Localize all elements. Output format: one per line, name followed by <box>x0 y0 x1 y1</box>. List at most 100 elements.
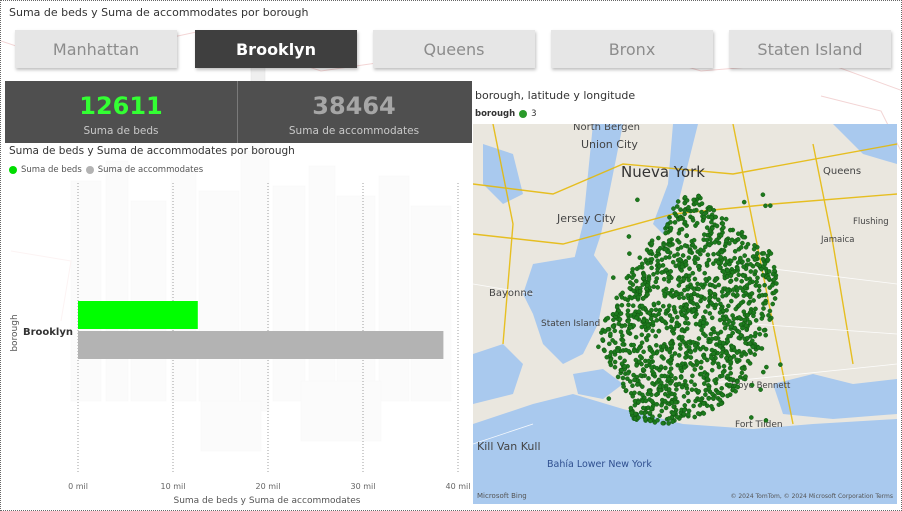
listing-dot <box>692 382 697 388</box>
listing-dot <box>649 365 654 370</box>
listing-dot <box>678 245 684 250</box>
y-axis-title: borough <box>10 314 20 351</box>
listing-dot <box>748 261 753 267</box>
tab-queens[interactable]: Queens <box>373 30 535 68</box>
tab-staten-island[interactable]: Staten Island <box>729 30 891 68</box>
listing-dot <box>678 216 684 221</box>
listing-dot <box>608 357 614 362</box>
listing-dot <box>760 272 766 278</box>
listing-dot <box>719 289 725 294</box>
listing-dot <box>690 307 696 313</box>
listing-dot <box>712 240 718 245</box>
listing-dot <box>739 365 745 371</box>
listing-dot <box>687 266 692 271</box>
listing-dot <box>636 345 642 351</box>
listing-dot <box>696 397 702 403</box>
listing-dot <box>733 306 739 312</box>
listing-dot <box>690 218 696 223</box>
listing-dot <box>718 301 723 307</box>
tab-brooklyn[interactable]: Brooklyn <box>195 30 357 68</box>
label-union-city: Union City <box>581 138 638 151</box>
listing-dot <box>705 376 710 382</box>
kpi-accommodates-card[interactable]: 38464 Suma de accommodates <box>238 81 470 143</box>
listing-dot <box>684 302 689 308</box>
listing-dot <box>713 276 719 282</box>
listing-dot <box>733 388 738 394</box>
listing-dot <box>631 348 637 354</box>
map-visual[interactable]: North Bergen Union City Nueva York Jerse… <box>473 124 897 504</box>
listing-dot <box>684 383 689 388</box>
kpi-beds-card[interactable]: 12611 Suma de beds <box>5 81 237 143</box>
map-legend-item: 3 <box>531 109 537 119</box>
listing-dot <box>741 309 747 314</box>
listing-dot <box>681 411 687 417</box>
bar-chart-visual[interactable]: Suma de beds y Suma de accommodates por … <box>5 143 473 509</box>
bar-suma-de-accommodates[interactable] <box>78 331 444 359</box>
listing-dot <box>651 284 656 289</box>
listing-dot <box>756 288 762 293</box>
listing-dot <box>679 312 685 317</box>
listing-dot <box>630 266 635 272</box>
listing-dot <box>653 392 659 398</box>
listing-dot <box>666 238 672 243</box>
listing-dot <box>664 325 670 331</box>
listing-dot <box>614 295 619 301</box>
listing-dot <box>735 237 741 242</box>
listing-dot <box>635 197 640 203</box>
listing-dot <box>728 273 734 278</box>
listing-dot <box>686 205 691 210</box>
listing-dot <box>717 310 723 315</box>
listing-dot <box>636 399 641 405</box>
listing-dot <box>632 377 637 383</box>
listing-dot <box>730 292 736 297</box>
listing-dot <box>696 388 702 394</box>
bar-suma-de-beds[interactable] <box>78 301 198 329</box>
listing-dot <box>744 283 750 288</box>
listing-dot <box>653 313 658 319</box>
listing-dot <box>734 357 740 363</box>
listing-dot <box>614 311 619 316</box>
listing-dot <box>728 279 733 284</box>
listing-dot <box>647 389 653 395</box>
listing-dot <box>770 282 775 288</box>
listing-dot <box>644 283 650 288</box>
listing-dot <box>725 373 730 379</box>
tab-manhattan[interactable]: Manhattan <box>15 30 177 68</box>
listing-dot <box>626 348 632 354</box>
listing-dot <box>707 295 712 301</box>
listing-dot <box>656 235 661 241</box>
listing-dot <box>691 290 697 296</box>
listing-dot <box>759 346 765 351</box>
listing-dot <box>670 316 675 322</box>
listing-dot <box>672 351 678 356</box>
tab-bronx[interactable]: Bronx <box>551 30 713 68</box>
listing-dot <box>761 251 767 256</box>
listing-dot <box>667 215 672 220</box>
x-tick-label: 10 mil <box>161 482 186 491</box>
listing-dot <box>682 195 688 200</box>
listing-dot <box>610 323 616 329</box>
report-page: Suma de beds y Suma de accommodates por … <box>0 0 902 511</box>
listing-dot <box>633 278 639 284</box>
listing-dot <box>711 251 716 257</box>
listing-dot <box>745 312 751 318</box>
listing-dot <box>765 257 771 263</box>
listing-dot <box>701 401 706 406</box>
listing-dot <box>735 379 740 385</box>
listing-dot <box>721 269 726 275</box>
listing-dot <box>727 365 733 371</box>
listing-dot <box>629 295 635 301</box>
listing-dot <box>678 375 684 380</box>
map-title: borough, latitude y longitude <box>475 89 636 102</box>
listing-dot <box>725 267 730 273</box>
listing-dot <box>639 340 645 345</box>
listing-dot <box>615 348 620 353</box>
listing-dot <box>692 414 697 420</box>
listing-dot <box>718 329 724 335</box>
listing-dot <box>635 294 641 300</box>
listing-dot <box>688 379 694 384</box>
listing-dot <box>688 355 694 360</box>
listing-dot <box>692 343 698 348</box>
listing-dot <box>745 335 750 341</box>
tab-label: Queens <box>423 39 485 59</box>
